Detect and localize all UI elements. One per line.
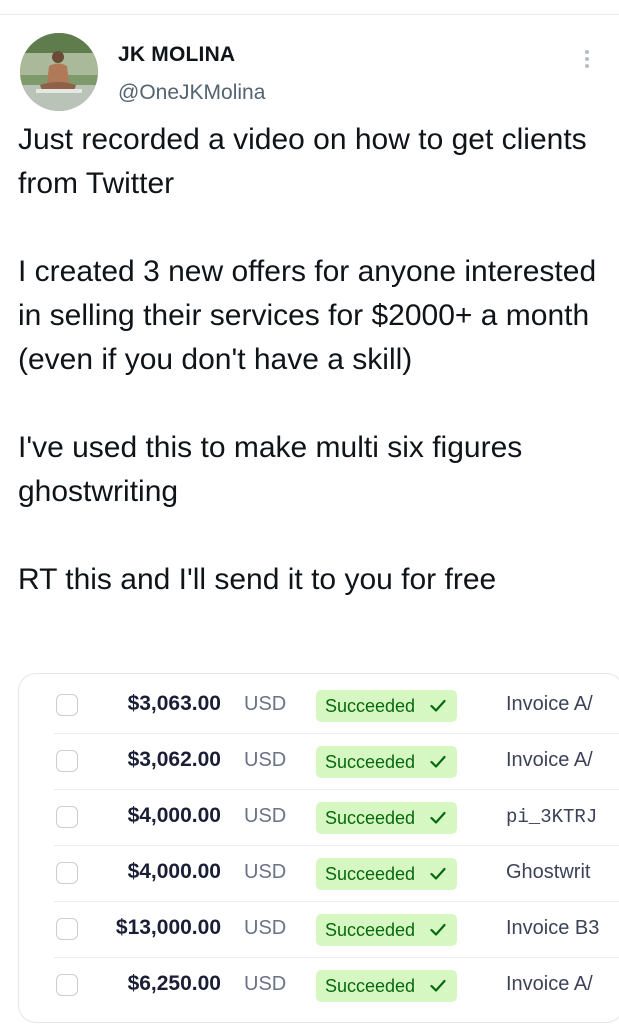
currency: USD	[244, 805, 287, 827]
table-row[interactable]: $4,000.00 USD Succeeded Ghostwrit	[19, 846, 619, 902]
status-badge: Succeeded	[316, 858, 457, 890]
status-label: Succeeded	[325, 696, 416, 716]
tweet-text: Just recorded a video on how to get clie…	[18, 118, 608, 602]
row-checkbox[interactable]	[56, 862, 78, 884]
payments-screenshot[interactable]: $3,063.00 USD Succeeded Invoice A/ $3,06…	[18, 673, 619, 1023]
more-options-button[interactable]	[580, 50, 594, 72]
row-checkbox[interactable]	[56, 750, 78, 772]
more-vertical-icon	[580, 50, 594, 68]
status-badge: Succeeded	[316, 746, 457, 778]
currency: USD	[244, 749, 287, 771]
checkmark-icon	[430, 755, 446, 768]
tweet-paragraph: RT this and I'll send it to you for free	[18, 563, 497, 596]
avatar-photo	[20, 33, 98, 111]
table-row[interactable]: $6,250.00 USD Succeeded Invoice A/	[19, 958, 619, 1014]
currency: USD	[244, 917, 287, 939]
top-divider	[0, 14, 619, 15]
currency: USD	[244, 973, 287, 995]
description: Invoice A/	[506, 973, 593, 995]
description: pi_3KTRJ	[506, 806, 598, 828]
author-handle[interactable]: @OneJKMolina	[118, 81, 265, 105]
tweet-paragraph: Just recorded a video on how to get clie…	[18, 123, 587, 200]
description: Invoice B3	[506, 917, 600, 939]
table-row[interactable]: $3,063.00 USD Succeeded Invoice A/	[19, 678, 619, 734]
amount: $4,000.00	[127, 860, 221, 883]
status-label: Succeeded	[325, 976, 416, 996]
checkmark-icon	[430, 811, 446, 824]
checkmark-icon	[430, 867, 446, 880]
status-label: Succeeded	[325, 808, 416, 828]
description: Ghostwrit	[506, 861, 591, 883]
table-row[interactable]: $4,000.00 USD Succeeded pi_3KTRJ	[19, 790, 619, 846]
status-label: Succeeded	[325, 752, 416, 772]
currency: USD	[244, 693, 287, 715]
status-badge: Succeeded	[316, 914, 457, 946]
checkmark-icon	[430, 979, 446, 992]
status-badge: Succeeded	[316, 970, 457, 1002]
table-row[interactable]: $3,062.00 USD Succeeded Invoice A/	[19, 734, 619, 790]
amount: $3,063.00	[127, 692, 221, 715]
author-name[interactable]: JK MOLINA	[118, 43, 235, 67]
status-badge: Succeeded	[316, 802, 457, 834]
table-row[interactable]: $13,000.00 USD Succeeded Invoice B3	[19, 902, 619, 958]
status-label: Succeeded	[325, 920, 416, 940]
row-checkbox[interactable]	[56, 918, 78, 940]
tweet-paragraph: I've used this to make multi six figures…	[18, 431, 523, 508]
amount: $4,000.00	[127, 804, 221, 827]
amount: $13,000.00	[115, 916, 221, 939]
amount: $3,062.00	[127, 748, 221, 771]
row-checkbox[interactable]	[56, 806, 78, 828]
description: Invoice A/	[506, 693, 593, 715]
row-checkbox[interactable]	[56, 694, 78, 716]
description: Invoice A/	[506, 749, 593, 771]
status-label: Succeeded	[325, 864, 416, 884]
row-checkbox[interactable]	[56, 974, 78, 996]
checkmark-icon	[430, 923, 446, 936]
avatar[interactable]	[20, 33, 98, 111]
checkmark-icon	[430, 699, 446, 712]
tweet-paragraph: I created 3 new offers for anyone intere…	[18, 255, 597, 376]
status-badge: Succeeded	[316, 690, 457, 722]
amount: $6,250.00	[127, 972, 221, 995]
currency: USD	[244, 861, 287, 883]
